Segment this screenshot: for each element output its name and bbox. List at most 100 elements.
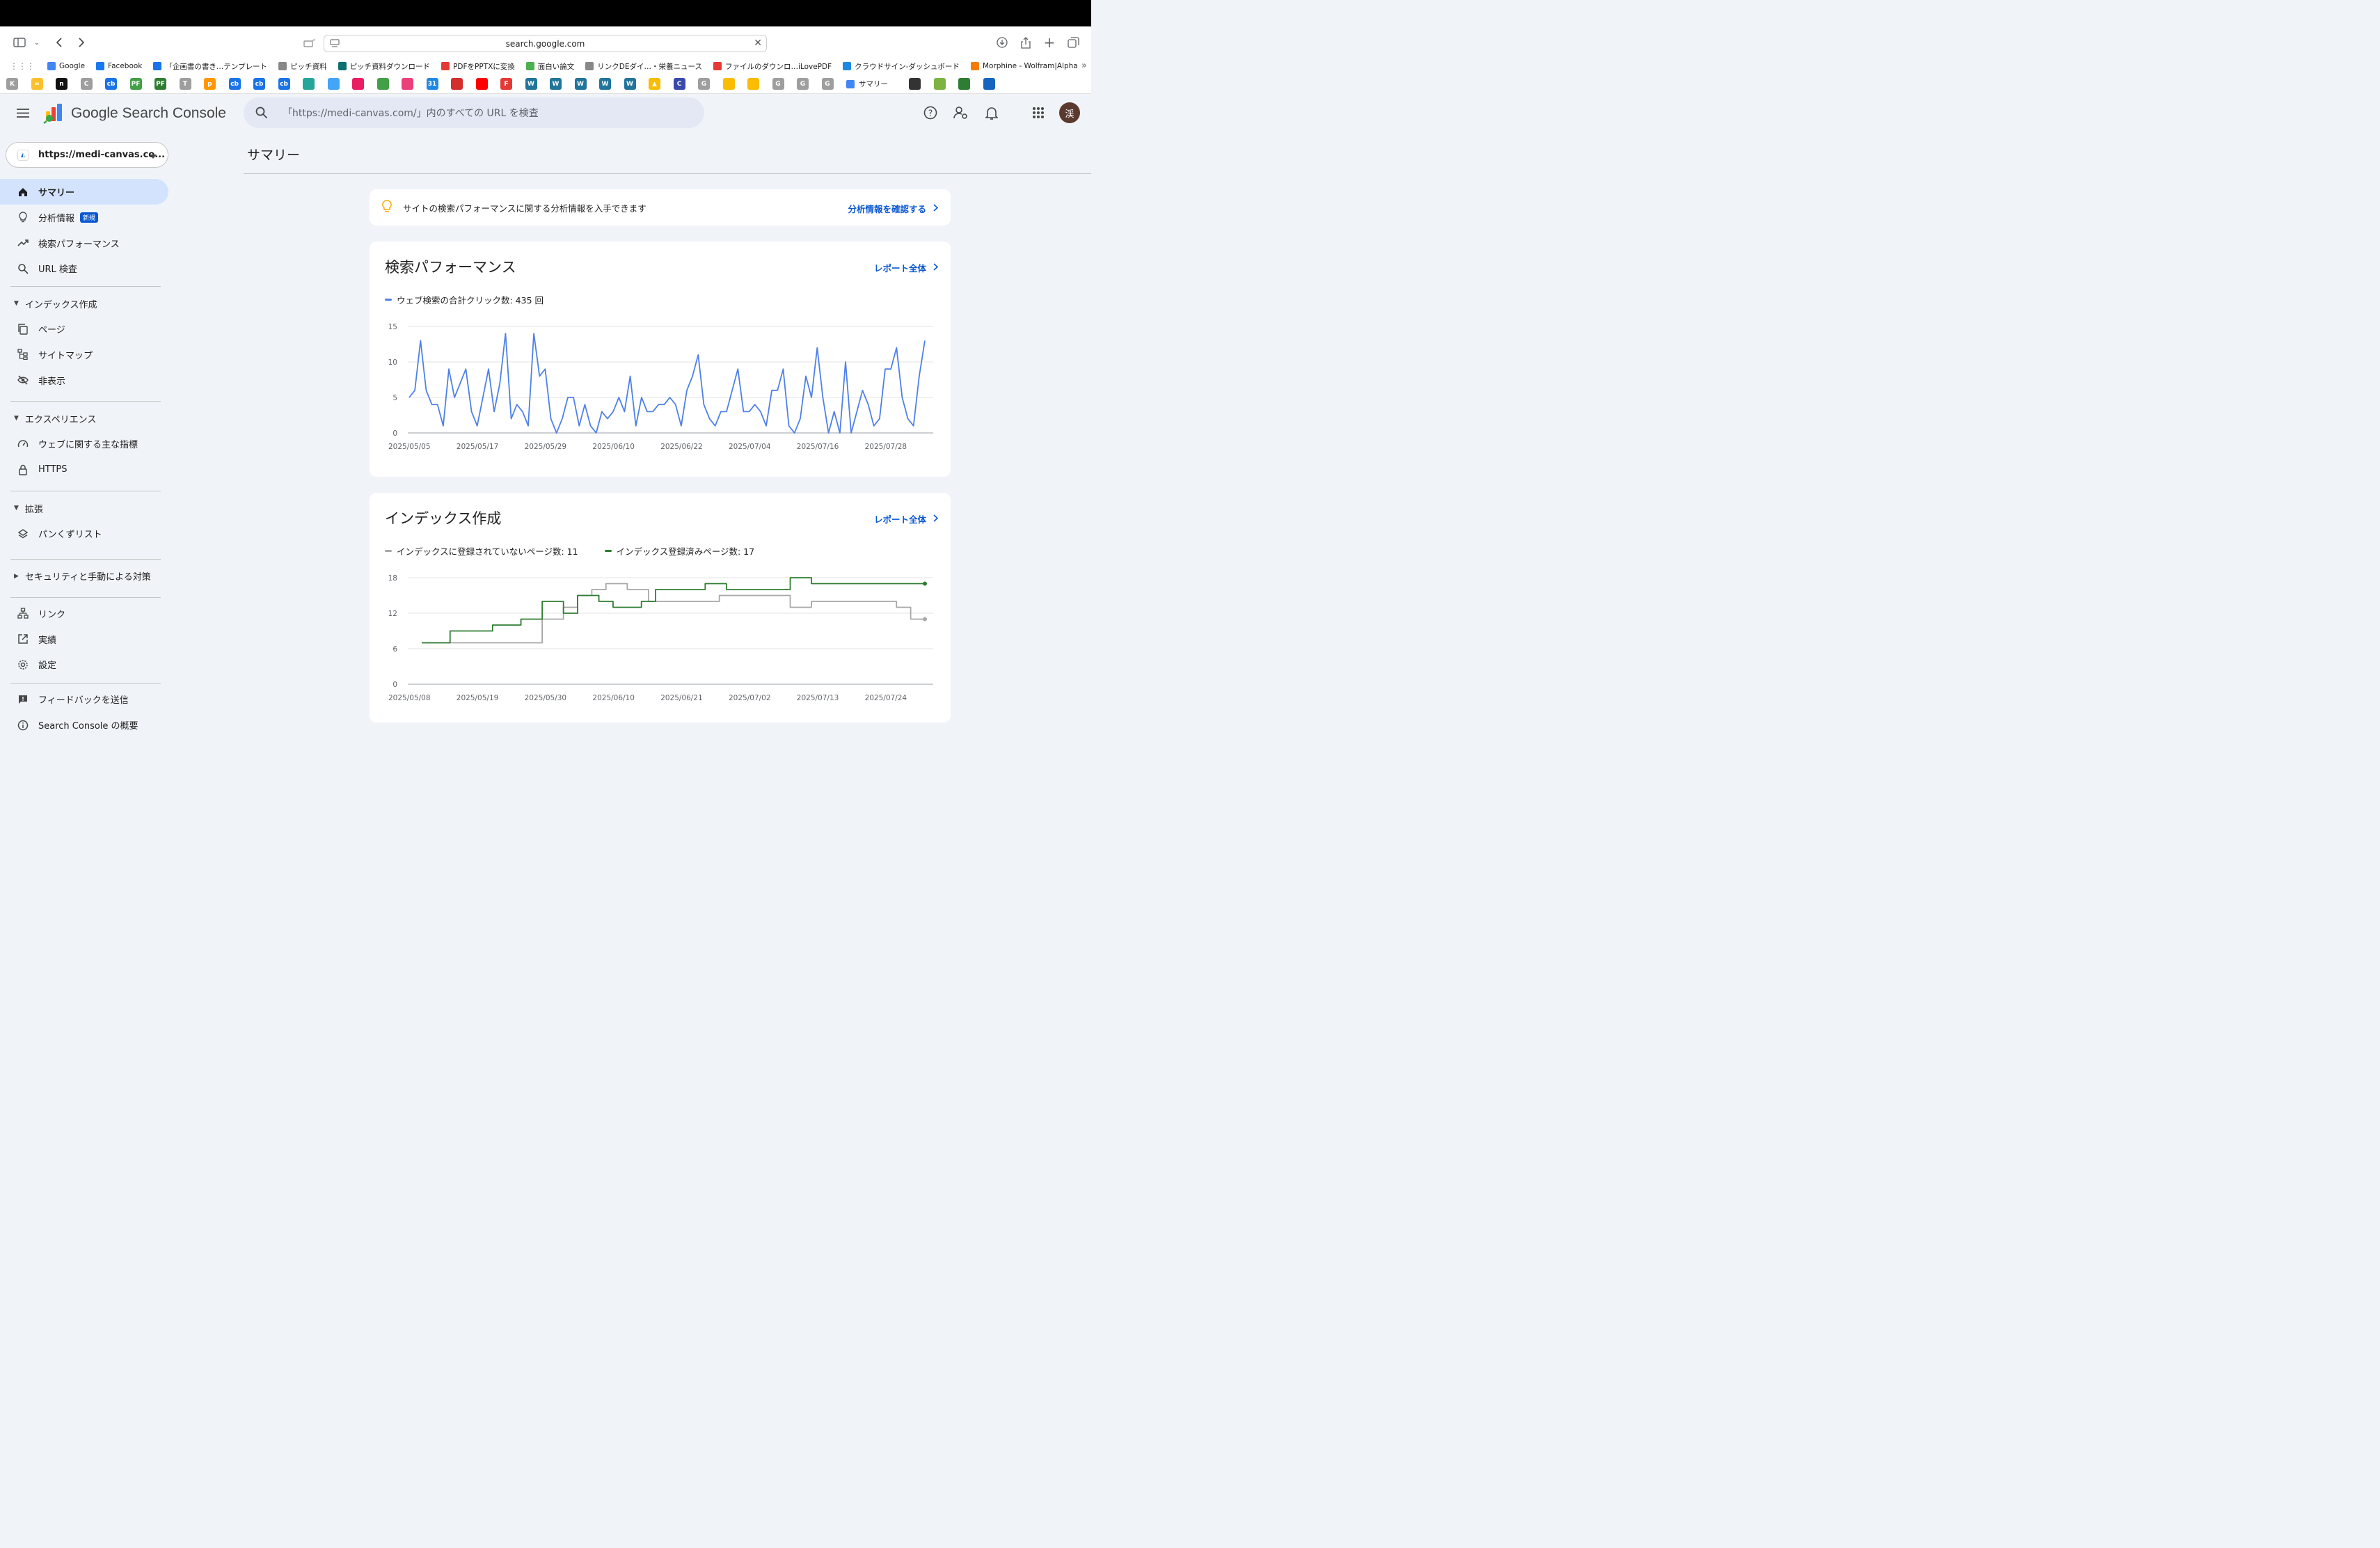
- sidebar-item-sitemap[interactable]: サイトマップ: [0, 342, 168, 368]
- indexing-full-report-link[interactable]: レポート全体: [874, 512, 939, 526]
- chevron-down-icon[interactable]: ⌄: [32, 34, 42, 51]
- url-inspection-search[interactable]: 「https://medi-canvas.com/」内のすべての URL を検査: [244, 97, 704, 128]
- avatar[interactable]: 渓: [1059, 102, 1080, 123]
- favorite-favicon-icon[interactable]: PF: [154, 78, 166, 90]
- favorite-favicon-icon[interactable]: cb: [278, 78, 290, 90]
- favorite-favicon-icon[interactable]: ∞: [31, 78, 43, 90]
- sidebar-item-visibility-off[interactable]: 非表示: [0, 368, 168, 393]
- sidebar-item-pages[interactable]: ページ: [0, 316, 168, 342]
- favorite-favicon-icon[interactable]: n: [56, 78, 68, 90]
- forward-icon[interactable]: [75, 34, 88, 51]
- download-icon[interactable]: [995, 34, 1009, 51]
- favorite-favicon-icon[interactable]: PF: [129, 78, 142, 90]
- favorite-favicon-icon[interactable]: G: [698, 78, 710, 90]
- bookmark-item[interactable]: リンクDEダイ…・栄養ニュース: [585, 61, 702, 72]
- favorite-favicon-icon[interactable]: [402, 78, 413, 90]
- sidebar-item-lightbulb[interactable]: 分析情報 新規: [0, 205, 168, 230]
- favorite-favicon-icon[interactable]: C: [673, 78, 685, 90]
- sidebar-item-settings[interactable]: 設定: [0, 651, 168, 677]
- favorite-favicon-icon[interactable]: W: [550, 78, 562, 90]
- bookmark-item[interactable]: PDFをPPTXに変換: [441, 61, 515, 72]
- insights-banner[interactable]: サイトの検索パフォーマンスに関する分析情報を入手できます 分析情報を確認する: [370, 189, 951, 226]
- sidebar-section-header[interactable]: ▼ エクスペリエンス: [0, 407, 168, 429]
- favorite-favicon-icon[interactable]: C: [80, 78, 93, 90]
- favorite-favicon-icon[interactable]: [933, 78, 946, 90]
- sidebar-toggle-icon[interactable]: [13, 34, 26, 51]
- sidebar-item-search[interactable]: URL 検査: [0, 255, 168, 281]
- sidebar-section-header[interactable]: ▼ インデックス作成: [0, 292, 168, 315]
- favorite-favicon-icon[interactable]: W: [624, 78, 636, 90]
- apps-icon[interactable]: [1031, 105, 1046, 120]
- notifications-icon[interactable]: [984, 105, 999, 120]
- clear-url-icon[interactable]: ✕: [754, 38, 762, 49]
- help-icon[interactable]: ?: [923, 105, 938, 120]
- favorite-favicon-icon[interactable]: T: [179, 78, 191, 90]
- bookmark-item[interactable]: クラウドサイン-ダッシュボード: [843, 61, 960, 72]
- favorite-favicon-icon[interactable]: G: [797, 78, 809, 90]
- address-bar[interactable]: search.google.com ✕: [324, 35, 767, 52]
- sidebar-item-layers[interactable]: パンくずリスト: [0, 521, 168, 546]
- page-settings-icon[interactable]: [330, 39, 340, 50]
- performance-full-report-link[interactable]: レポート全体: [874, 261, 939, 274]
- favorite-favicon-icon[interactable]: 31: [426, 78, 438, 90]
- sidebar-item-links[interactable]: リンク: [0, 601, 168, 626]
- translate-icon[interactable]: [302, 35, 317, 52]
- favorite-favicon-icon[interactable]: [747, 78, 759, 90]
- sidebar-item-feedback[interactable]: フィードバックを送信: [0, 686, 168, 712]
- favorite-favicon-icon[interactable]: [722, 78, 735, 90]
- legend-item[interactable]: ウェブ検索の合計クリック数: 435 回: [385, 293, 544, 306]
- tab-overview-icon[interactable]: [1066, 34, 1080, 51]
- view-insights-link[interactable]: 分析情報を確認する: [848, 202, 939, 215]
- favorite-favicon-icon[interactable]: ▲: [649, 78, 660, 90]
- bookmark-item[interactable]: 「企画書の書き…テンプレート: [153, 61, 267, 72]
- favorite-favicon-icon[interactable]: p: [204, 78, 216, 90]
- favorite-favicon-icon[interactable]: [451, 78, 463, 90]
- favorite-favicon-icon[interactable]: W: [525, 78, 537, 90]
- favorite-favicon-icon[interactable]: W: [574, 78, 587, 90]
- bookmark-item[interactable]: Google: [47, 62, 85, 70]
- favorite-favicon-icon[interactable]: [958, 78, 970, 90]
- favorite-favicon-icon[interactable]: cb: [228, 78, 241, 90]
- active-tab[interactable]: サマリー: [846, 79, 888, 89]
- sidebar-item-trending-up[interactable]: 検索パフォーマンス: [0, 230, 168, 256]
- bookmark-item[interactable]: ファイルのダウンロ…iLovePDF: [713, 61, 832, 72]
- sidebar-section-header[interactable]: ▼ 拡張: [0, 497, 168, 519]
- bookmark-item[interactable]: Morphine - Wolfram|Alpha: [970, 62, 1078, 70]
- favorite-favicon-icon[interactable]: [376, 78, 389, 90]
- favorite-favicon-icon[interactable]: G: [772, 78, 784, 90]
- bookmark-item[interactable]: 面白い論文: [525, 61, 574, 72]
- legend-item[interactable]: インデックスに登録されていないページ数: 11: [385, 544, 578, 558]
- sidebar-item-home[interactable]: サマリー: [0, 179, 168, 205]
- sidebar-section-header[interactable]: ▶ セキュリティと手動による対策: [0, 565, 168, 587]
- product-name[interactable]: Google Search Console: [71, 105, 226, 122]
- bookmark-item[interactable]: Facebook: [96, 62, 142, 70]
- sidebar-item-lock[interactable]: HTTPS: [0, 457, 168, 482]
- sidebar-item-info[interactable]: Search Console の概要: [0, 712, 168, 738]
- manage-users-icon[interactable]: [953, 105, 969, 120]
- favorite-favicon-icon[interactable]: [909, 78, 921, 90]
- new-tab-icon[interactable]: +: [1042, 34, 1056, 51]
- favorite-favicon-icon[interactable]: F: [500, 78, 512, 90]
- share-icon[interactable]: [1019, 34, 1033, 51]
- search-console-logo-icon[interactable]: [43, 103, 65, 127]
- favorite-favicon-icon[interactable]: cb: [105, 78, 117, 90]
- bookmark-item[interactable]: ピッチ資料ダウンロード: [338, 61, 430, 72]
- back-icon[interactable]: [53, 34, 65, 51]
- favorite-favicon-icon[interactable]: [327, 78, 340, 90]
- main-menu-icon[interactable]: [15, 105, 31, 120]
- bookmark-item[interactable]: ピッチ資料: [278, 61, 327, 72]
- legend-item[interactable]: インデックス登録済みページ数: 17: [604, 544, 754, 558]
- sidebar-item-open-in-new[interactable]: 実績: [0, 626, 168, 652]
- favorite-favicon-icon[interactable]: W: [599, 78, 611, 90]
- favorite-favicon-icon[interactable]: [352, 78, 364, 90]
- favorite-favicon-icon[interactable]: [475, 78, 488, 90]
- favorite-favicon-icon[interactable]: cb: [253, 78, 265, 90]
- property-selector[interactable]: ◭ https://medi-canvas.co...: [6, 142, 168, 168]
- favorite-favicon-icon[interactable]: [303, 78, 315, 90]
- favorite-favicon-icon[interactable]: G: [821, 78, 834, 90]
- favorite-favicon-icon[interactable]: K: [6, 78, 18, 90]
- apps-grid-icon[interactable]: ⋮⋮⋮: [10, 61, 35, 71]
- more-bookmarks-icon[interactable]: »: [1081, 61, 1087, 71]
- sidebar-item-speed[interactable]: ウェブに関する主な指標: [0, 431, 168, 457]
- favorite-favicon-icon[interactable]: [983, 78, 995, 90]
